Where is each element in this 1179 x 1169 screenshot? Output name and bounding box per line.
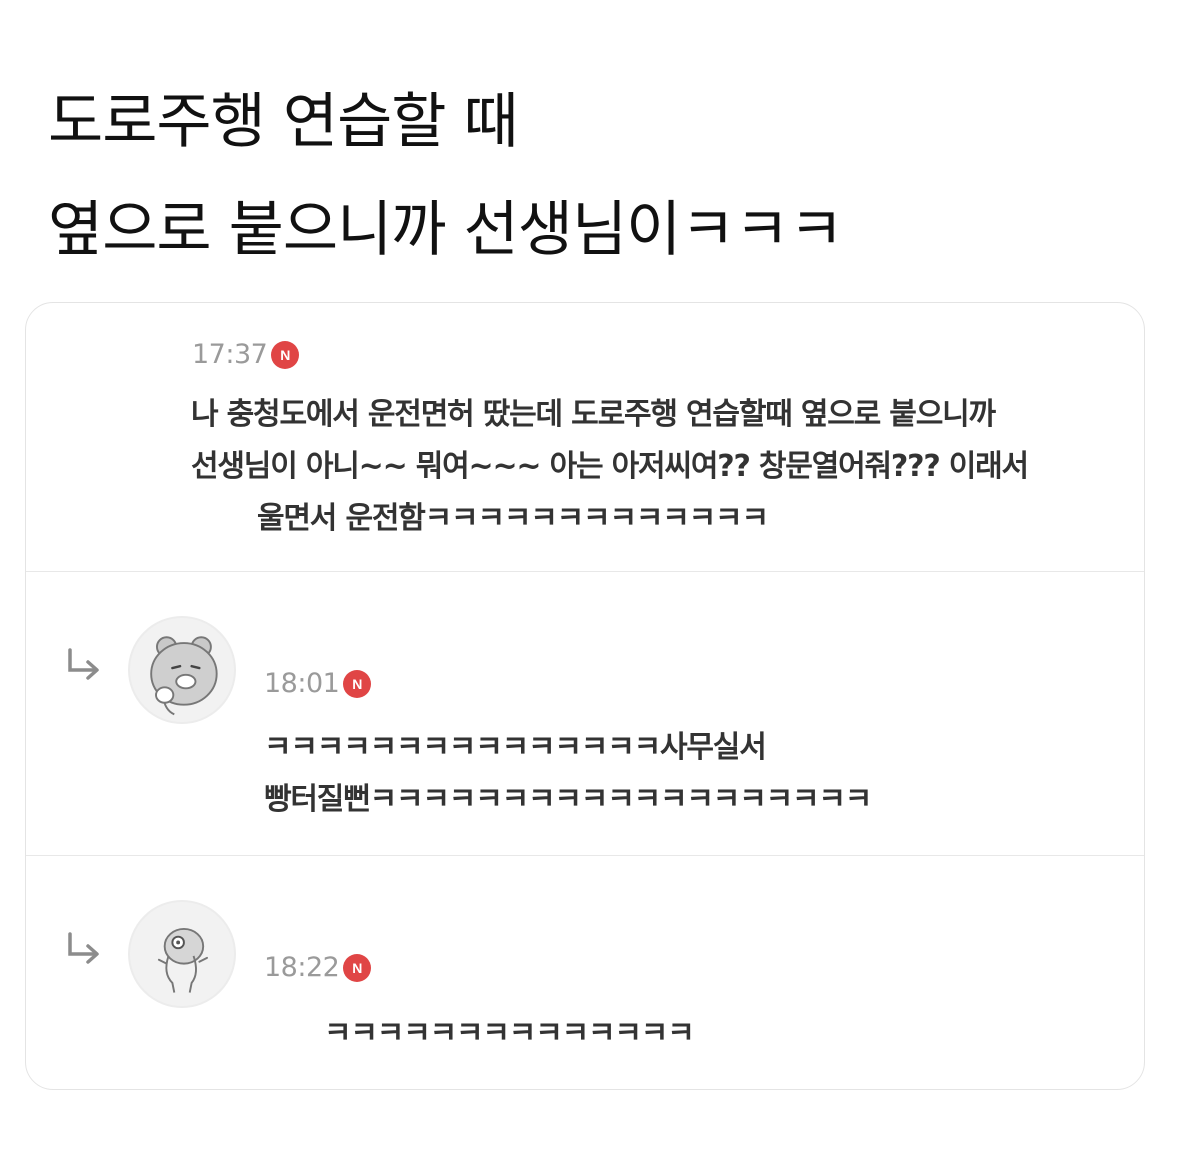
post-title-line: 옆으로 붙으니까 선생님이ㅋㅋㅋ: [48, 195, 844, 265]
new-badge-icon: N: [271, 340, 300, 369]
bear-avatar-icon[interactable]: [128, 616, 236, 724]
reply-comment-item: 18:01 N ㅋㅋㅋㅋㅋㅋㅋㅋㅋㅋㅋㅋㅋㅋㅋ사무실서 빵터질뻔ㅋㅋㅋㅋㅋㅋㅋㅋ…: [26, 571, 1144, 855]
bear-avatar-drawing: [150, 636, 218, 716]
comment-time: 17:37: [192, 339, 268, 370]
reply-arrow-icon: [68, 648, 99, 680]
comment-text: 나 충청도에서 운전면허 땄는데 도로주행 연습할때 옆으로 붙으니까 선생님이…: [191, 389, 1029, 545]
comment-text-line: 울면서 운전함ㅋㅋㅋㅋㅋㅋㅋㅋㅋㅋㅋㅋㅋ: [257, 501, 769, 536]
comment-time: 18:22: [264, 952, 340, 983]
new-badge-icon: N: [343, 953, 372, 982]
comment-meta: 18:01 N: [264, 668, 372, 699]
character-avatar-icon[interactable]: [128, 900, 236, 1008]
comment-text: ㅋㅋㅋㅋㅋㅋㅋㅋㅋㅋㅋㅋㅋㅋㅋ사무실서 빵터질뻔ㅋㅋㅋㅋㅋㅋㅋㅋㅋㅋㅋㅋㅋㅋㅋㅋ…: [264, 722, 872, 826]
comment-text-line: ㅋㅋㅋㅋㅋㅋㅋㅋㅋㅋㅋㅋㅋㅋ: [324, 1016, 695, 1051]
reply-comment-item: 18:22 N ㅋㅋㅋㅋㅋㅋㅋㅋㅋㅋㅋㅋㅋㅋ: [26, 855, 1144, 1089]
comment-meta: 18:22 N: [264, 952, 372, 983]
comment-item: 17:37 N 나 충청도에서 운전면허 땄는데 도로주행 연습할때 옆으로 붙…: [26, 303, 1144, 571]
new-badge-icon: N: [343, 669, 372, 698]
post-title: 도로주행 연습할 때 옆으로 붙으니까 선생님이ㅋㅋㅋ: [48, 68, 1148, 284]
comment-text-line: ㅋㅋㅋㅋㅋㅋㅋㅋㅋㅋㅋㅋㅋㅋㅋ사무실서: [264, 730, 767, 765]
comment-text-line: 빵터질뻔ㅋㅋㅋㅋㅋㅋㅋㅋㅋㅋㅋㅋㅋㅋㅋㅋㅋㅋㅋ: [264, 782, 872, 817]
comment-text-line: 선생님이 아니~~ 뭐여~~~ 아는 아저씨여?? 창문열어줘??? 이래서: [191, 449, 1029, 484]
comment-text-line: 나 충청도에서 운전면허 땄는데 도로주행 연습할때 옆으로 붙으니까: [191, 397, 996, 432]
comment-time: 18:01: [264, 668, 340, 699]
post-title-line: 도로주행 연습할 때: [48, 87, 519, 157]
reply-arrow-icon: [68, 932, 99, 964]
comment-meta: 17:37 N: [192, 339, 300, 370]
character-avatar-drawing: [157, 928, 208, 993]
comment-screenshot-card: 17:37 N 나 충청도에서 운전면허 땄는데 도로주행 연습할때 옆으로 붙…: [25, 302, 1145, 1090]
comment-text: ㅋㅋㅋㅋㅋㅋㅋㅋㅋㅋㅋㅋㅋㅋ: [324, 1008, 695, 1060]
